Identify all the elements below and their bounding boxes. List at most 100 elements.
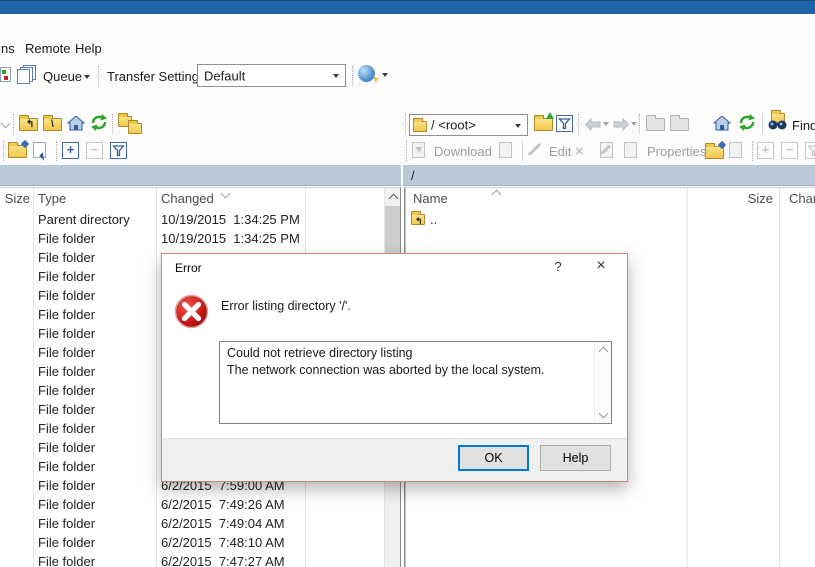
cell-type: File folder	[38, 326, 95, 341]
queue-icon[interactable]	[17, 65, 39, 84]
toolbar-separator	[406, 141, 407, 161]
error-icon	[174, 294, 209, 329]
chevron-down-icon[interactable]	[84, 75, 90, 79]
transfer-list-icon[interactable]	[0, 67, 11, 82]
error-detail-box[interactable]: Could not retrieve directory listing The…	[219, 341, 612, 424]
column-header-size[interactable]: Size	[705, 191, 773, 206]
synchronize-browsing-icon[interactable]	[118, 116, 144, 134]
column-header-type[interactable]: Type	[38, 191, 66, 206]
cell-name: ..	[430, 212, 437, 227]
close-icon[interactable]: ×	[590, 256, 612, 276]
ok-button[interactable]: OK	[458, 445, 529, 471]
transfer-settings-label: Transfer Settings	[107, 69, 206, 84]
cell-type: File folder	[38, 307, 95, 322]
dropdown-arrow-button[interactable]	[329, 65, 345, 86]
menu-item-remote[interactable]: Remote	[25, 41, 71, 56]
table-row[interactable]: File folder10/19/2015 1:34:25 PM	[0, 229, 384, 248]
table-row[interactable]: File folder6/2/2015 7:49:04 AM	[0, 514, 384, 533]
column-header-changed[interactable]: Chan	[789, 191, 815, 206]
edit-button: Edit	[549, 144, 571, 159]
cell-type: File folder	[38, 440, 95, 455]
cell-type: File folder	[38, 364, 95, 379]
menu-item-options-partial[interactable]: ns	[1, 41, 15, 56]
parent-directory-icon: ↰	[411, 214, 425, 225]
remote-address-value: / <root>	[431, 118, 476, 133]
properties-icon	[624, 142, 637, 158]
cell-changed: 10/19/2015 1:34:25 PM	[161, 212, 300, 227]
rename-icon	[600, 142, 613, 158]
cell-type: File folder	[38, 288, 95, 303]
chevron-down-icon[interactable]	[382, 73, 388, 77]
cell-type: File folder	[38, 250, 95, 265]
remote-path-bar[interactable]: /	[403, 165, 815, 186]
table-row[interactable]: File folder6/2/2015 7:49:26 AM	[0, 495, 384, 514]
transfer-settings-select[interactable]: Default	[197, 64, 346, 87]
cell-type: File folder	[38, 535, 95, 550]
error-detail-line: The network connection was aborted by th…	[227, 362, 545, 379]
open-in-explorer-icon[interactable]	[33, 142, 46, 158]
chevron-down-icon	[631, 122, 637, 126]
cell-type: File folder	[38, 383, 95, 398]
forward-icon	[613, 118, 630, 131]
add-bookmark-icon: +	[757, 142, 774, 159]
table-row[interactable]: Parent directory 10/19/2015 1:34:25 PM	[0, 210, 384, 229]
app-window: ns Remote Help Queue Transfer Settings D…	[0, 0, 815, 567]
dropdown-arrow-button[interactable]	[511, 115, 527, 135]
menu-item-help[interactable]: Help	[75, 41, 102, 56]
toolbar-separator	[352, 66, 353, 86]
cell-type: File folder	[38, 516, 95, 531]
cell-type: File folder	[38, 269, 95, 284]
toolbar-separator	[578, 114, 579, 134]
add-bookmark-icon[interactable]: +	[62, 142, 79, 159]
toolbar-separator	[56, 141, 57, 161]
find-files-icon[interactable]	[767, 113, 789, 131]
download-button: Download	[434, 144, 492, 159]
parent-directory-icon-disabled	[646, 118, 665, 131]
vertical-scrollbar[interactable]	[594, 342, 611, 423]
home-icon[interactable]	[713, 116, 731, 131]
local-path	[0, 168, 8, 183]
queue-button[interactable]: Queue	[43, 69, 82, 84]
parent-directory-icon[interactable]: ↰	[19, 118, 38, 131]
toolbar-separator	[112, 114, 113, 134]
open-directory-icon[interactable]	[534, 118, 553, 131]
column-header-changed[interactable]: Changed	[161, 191, 214, 206]
toolbar-separator	[752, 141, 753, 161]
home-icon[interactable]	[67, 116, 85, 131]
column-header-name[interactable]: Name	[413, 191, 448, 206]
table-row[interactable]: File folder6/2/2015 7:47:27 AM	[0, 552, 384, 567]
refresh-icon[interactable]	[90, 114, 108, 131]
scroll-down-icon[interactable]	[599, 409, 609, 419]
dialog-help-button[interactable]: ?	[549, 259, 567, 277]
cell-changed: 10/19/2015 1:34:25 PM	[161, 231, 300, 246]
edit-icon	[528, 142, 544, 158]
table-row[interactable]: File folder6/2/2015 7:48:10 AM	[0, 533, 384, 552]
help-button[interactable]: Help	[540, 445, 611, 471]
synchronize-icon[interactable]	[358, 65, 375, 82]
remote-address-select[interactable]: / <root>	[409, 114, 528, 136]
root-directory-icon[interactable]: \	[43, 118, 62, 131]
back-icon	[584, 118, 601, 131]
new-folder-icon[interactable]	[8, 145, 27, 158]
refresh-icon[interactable]	[738, 114, 756, 131]
error-message: Error listing directory '/'.	[221, 299, 351, 313]
toolbar-separator	[13, 114, 14, 134]
table-row[interactable]: ↰..	[405, 210, 815, 229]
toolbar-separator	[762, 114, 763, 134]
toolbar-separator	[405, 114, 406, 134]
filter-icon[interactable]	[110, 142, 127, 159]
transfer-settings-value: Default	[204, 68, 245, 83]
toolbar-separator	[522, 141, 523, 161]
root-directory-icon-disabled	[670, 118, 689, 131]
cell-type: File folder	[38, 345, 95, 360]
scroll-up-icon[interactable]	[599, 347, 609, 357]
find-files-button[interactable]: Find F	[792, 118, 815, 133]
column-header-size[interactable]: Size	[0, 191, 30, 206]
local-path-bar[interactable]	[0, 165, 401, 186]
cell-type: Parent directory	[38, 212, 130, 227]
chevron-down-icon[interactable]	[1, 119, 11, 129]
new-folder-icon[interactable]	[705, 146, 724, 159]
window-titlebar[interactable]	[0, 0, 815, 14]
scroll-up-button[interactable]	[385, 188, 401, 205]
filter-icon[interactable]	[556, 115, 573, 132]
